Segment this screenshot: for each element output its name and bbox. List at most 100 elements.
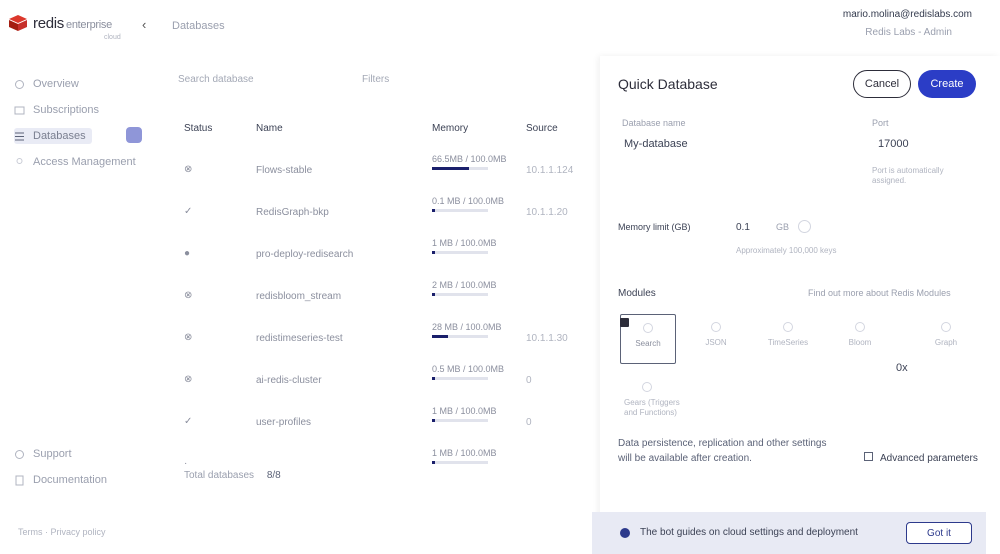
advanced-parameters-label[interactable]: Advanced parameters <box>880 453 978 464</box>
memory-bar-fill <box>432 335 448 338</box>
table-row[interactable]: ✓ user-profiles 1 MB / 100.0MB 0 <box>160 406 600 446</box>
memory-bar <box>432 251 488 254</box>
sidebar-item-label: Databases <box>33 130 86 142</box>
module-card-gears[interactable]: Gears (Triggers and Functions) <box>624 398 684 418</box>
memory-bar <box>432 377 488 380</box>
status-icon: ✓ <box>184 206 193 217</box>
memory-usage: 1 MB / 100.0MB <box>432 406 497 422</box>
memory-usage: 1 MB / 100.0MB <box>432 448 497 464</box>
memory-bar-fill <box>432 461 435 464</box>
overview-icon <box>14 79 25 90</box>
memory-usage: 28 MB / 100.0MB <box>432 322 502 338</box>
search-module-icon <box>643 323 653 333</box>
memory-bar-fill <box>432 377 435 380</box>
info-icon[interactable] <box>798 220 811 233</box>
logo-subtitle: cloud <box>104 34 121 41</box>
table-row[interactable]: · 1 MB / 100.0MB <box>160 448 600 466</box>
list-footer: Total databases 8/8 <box>184 470 281 481</box>
memory-unit: GB <box>776 222 790 232</box>
databases-icon <box>14 131 25 142</box>
cancel-button[interactable]: Cancel <box>853 70 911 98</box>
status-icon: ⊗ <box>184 290 193 301</box>
column-header-source[interactable]: Source <box>526 123 558 134</box>
sidebar-item-documentation[interactable]: Documentation <box>14 472 107 488</box>
modules-label: Modules <box>618 288 656 299</box>
footer-links[interactable]: Terms · Privacy policy <box>18 527 106 537</box>
memory-bar-fill <box>432 293 435 296</box>
column-header-name[interactable]: Name <box>256 123 283 134</box>
search-input[interactable]: Search database <box>178 74 254 85</box>
databases-add-chip[interactable] <box>126 127 142 143</box>
database-name[interactable]: RedisGraph-bkp <box>256 207 329 218</box>
panel-title: Quick Database <box>618 76 718 92</box>
database-name-label: Database name <box>622 118 686 128</box>
table-row[interactable]: ⊗ Flows-stable 66.5MB / 100.0MB 10.1.1.1… <box>160 154 600 194</box>
memory-bar-fill <box>432 251 435 254</box>
memory-limit-label: Memory limit (GB) <box>618 222 691 232</box>
table-row[interactable]: ✓ RedisGraph-bkp 0.1 MB / 100.0MB 10.1.1… <box>160 196 600 236</box>
sidebar-item-label: Documentation <box>33 474 107 486</box>
sidebar-item-support[interactable]: Support <box>14 446 72 462</box>
database-name[interactable]: redisbloom_stream <box>256 291 341 302</box>
status-icon: ✓ <box>184 416 193 427</box>
database-name[interactable]: Flows-stable <box>256 165 312 176</box>
database-name[interactable]: redistimeseries-test <box>256 333 343 344</box>
account-email[interactable]: mario.molina@redislabs.com <box>843 9 972 20</box>
logo-edition: enterprise <box>66 18 112 31</box>
memory-hint: Approximately 100,000 keys <box>736 246 837 255</box>
sidebar-item-access-management[interactable]: Access Management <box>14 154 136 170</box>
memory-bar <box>432 335 488 338</box>
top-bar: redis enterprise cloud ‹ Databases mario.… <box>0 0 1000 56</box>
memory-limit-field[interactable]: 0.1 <box>736 222 750 233</box>
status-icon: ⊗ <box>184 374 193 385</box>
timeseries-module-icon <box>783 322 793 332</box>
note-line-2: will be available after creation. <box>618 453 752 464</box>
breadcrumb[interactable]: Databases <box>172 20 225 32</box>
memory-usage: 1 MB / 100.0MB <box>432 238 497 254</box>
status-icon: ⊗ <box>184 164 193 175</box>
redis-logo[interactable]: redis enterprise <box>8 14 112 32</box>
subscriptions-icon <box>14 105 25 116</box>
database-name[interactable]: user-profiles <box>256 417 311 428</box>
advanced-checkbox[interactable] <box>864 452 873 461</box>
port-field[interactable]: 17000 <box>878 138 909 150</box>
sidebar-item-databases[interactable]: Databases <box>14 128 92 144</box>
database-name[interactable]: ai-redis-cluster <box>256 375 322 386</box>
support-icon <box>14 449 25 460</box>
memory-bar <box>432 167 488 170</box>
memory-bar-fill <box>432 419 435 422</box>
table-row[interactable]: ● pro-deploy-redisearch 1 MB / 100.0MB <box>160 238 600 278</box>
column-header-memory[interactable]: Memory <box>432 123 468 134</box>
source-endpoint: 10.1.1.124 <box>526 165 574 176</box>
database-name[interactable]: pro-deploy-redisearch <box>256 249 353 260</box>
filter-button[interactable]: Filters <box>362 74 389 85</box>
create-button[interactable]: Create <box>918 70 976 98</box>
module-card-bloom[interactable]: Bloom <box>832 314 888 364</box>
table-row[interactable]: ⊗ redistimeseries-test 28 MB / 100.0MB 1… <box>160 322 600 362</box>
documentation-icon <box>14 475 25 486</box>
database-name-field[interactable]: My-database <box>624 138 688 150</box>
module-card-graph[interactable]: Graph <box>918 314 974 364</box>
port-hint: Port is automatically assigned. <box>872 166 944 185</box>
module-card-json[interactable]: JSON <box>688 314 744 364</box>
source-endpoint: 0 <box>526 375 532 386</box>
port-label: Port <box>872 118 889 128</box>
gears-module-icon[interactable] <box>642 382 652 392</box>
table-row[interactable]: ⊗ redisbloom_stream 2 MB / 100.0MB <box>160 280 600 320</box>
column-header-status[interactable]: Status <box>184 123 212 134</box>
memory-bar <box>432 293 488 296</box>
memory-usage: 2 MB / 100.0MB <box>432 280 497 296</box>
sidebar-item-overview[interactable]: Overview <box>14 76 79 92</box>
memory-usage: 66.5MB / 100.0MB <box>432 154 507 170</box>
table-row[interactable]: ⊗ ai-redis-cluster 0.5 MB / 100.0MB 0 <box>160 364 600 404</box>
sidebar-item-label: Overview <box>33 78 79 90</box>
checkbox-checked-icon[interactable] <box>620 318 629 327</box>
module-card-timeseries[interactable]: TimeSeries <box>760 314 816 364</box>
account-plan[interactable]: Redis Labs - Admin <box>865 27 952 38</box>
modules-link[interactable]: Find out more about Redis Modules <box>808 288 951 298</box>
sidebar-item-subscriptions[interactable]: Subscriptions <box>14 102 99 118</box>
memory-bar <box>432 209 488 212</box>
total-label: Total databases <box>184 470 255 481</box>
got-it-button[interactable]: Got it <box>906 522 972 544</box>
collapse-sidebar-icon[interactable]: ‹ <box>142 17 146 32</box>
